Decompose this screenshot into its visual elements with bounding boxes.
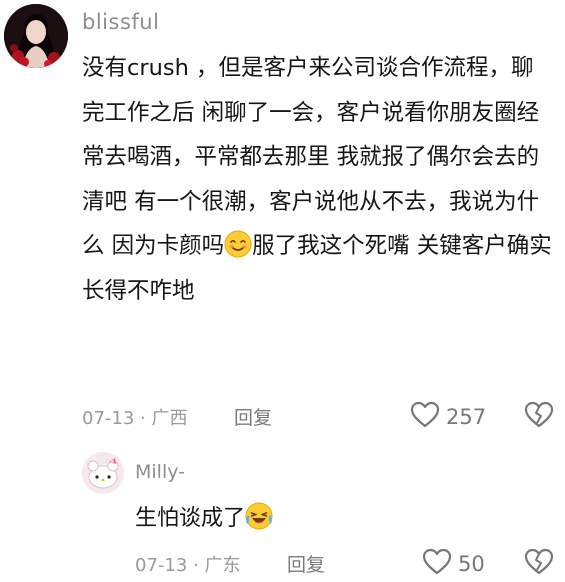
reply-username[interactable]: Milly- [135,461,185,483]
reply-like-button[interactable]: 50 [422,548,485,580]
reply-text-content: 生怕谈成了 [135,506,246,531]
broken-heart-icon [524,548,554,580]
avatar-image [4,4,68,68]
crying-laughing-emoji-icon [245,502,273,530]
reply-avatar-image [82,452,124,494]
dislike-button[interactable] [524,401,554,433]
reply-date: 07-13 [135,555,188,576]
reply-avatar[interactable] [82,452,124,494]
reply-meta: 07-13 · 广东 [135,551,240,577]
comment-text: 没有crush ，但是客户来公司谈合作流程，聊完工作之后 闲聊了一会，客户说看你… [82,46,552,313]
like-button[interactable]: 257 [410,401,486,433]
comment-location: 广西 [151,408,188,429]
username[interactable]: blissful [82,10,159,34]
reply-location: 广东 [204,555,241,576]
broken-heart-icon [524,401,554,433]
reply-text: 生怕谈成了 [135,500,273,532]
meta-separator: · [134,408,152,429]
heart-icon [422,548,452,580]
comment-meta: 07-13 · 广西 [82,404,187,430]
like-count: 257 [446,405,487,429]
reply-dislike-button[interactable] [524,548,554,580]
reply-like-count: 50 [458,552,485,576]
heart-icon [410,401,440,433]
comment-text-part1: 没有crush ，但是客户来公司谈合作流程，聊完工作之后 闲聊了一会，客户说看你… [82,55,540,259]
reply-reply-button[interactable]: 回复 [287,550,325,577]
blush-emoji-icon [224,229,252,258]
avatar[interactable] [4,4,68,68]
meta-separator: · [187,555,205,576]
reply-button[interactable]: 回复 [234,403,272,430]
comment-date: 07-13 [82,408,135,429]
